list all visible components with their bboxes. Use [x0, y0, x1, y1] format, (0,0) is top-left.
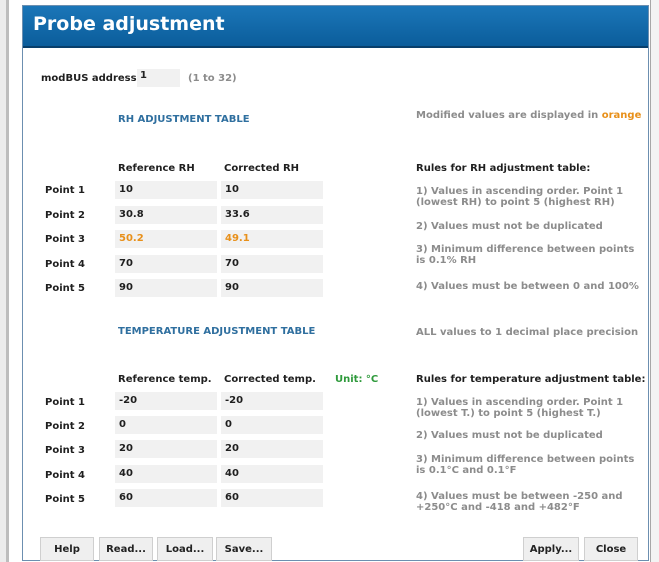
- modified-note-color-word: orange: [601, 110, 642, 121]
- precision-note: ALL values to 1 decimal place precision: [416, 327, 639, 338]
- temp-reference-field[interactable]: 20: [115, 440, 217, 458]
- temp-row-label: Point 1: [45, 397, 85, 408]
- rh-corrected-field[interactable]: 33.6: [221, 206, 323, 224]
- rh-row-label: Point 1: [45, 185, 85, 196]
- rh-corrected-field[interactable]: 10: [221, 181, 323, 199]
- rh-rule: 2) Values must not be duplicated: [416, 221, 603, 232]
- background-edge: [6, 0, 9, 562]
- rh-corrected-field[interactable]: 90: [221, 279, 323, 297]
- temp-rules-title: Rules for temperature adjustment table:: [416, 374, 646, 385]
- probe-adjustment-dialog: Probe adjustment modBUS address 1 (1 to …: [22, 5, 649, 561]
- rh-rule: 4) Values must be between 0 and 100%: [416, 281, 639, 292]
- modbus-address-input[interactable]: 1: [137, 69, 180, 87]
- temp-row-label: Point 2: [45, 421, 85, 432]
- rh-reference-field[interactable]: 90: [115, 279, 217, 297]
- save-button[interactable]: Save...: [216, 537, 272, 561]
- rh-row-label: Point 4: [45, 259, 85, 270]
- temp-row-label: Point 5: [45, 494, 85, 505]
- rh-reference-field[interactable]: 10: [115, 181, 217, 199]
- temp-reference-field[interactable]: 60: [115, 489, 217, 507]
- apply-button[interactable]: Apply...: [523, 537, 579, 561]
- temp-reference-field[interactable]: -20: [115, 392, 217, 410]
- temp-unit-label: Unit: °C: [335, 374, 379, 385]
- rh-col-corrected: Corrected RH: [224, 163, 300, 174]
- temp-rule: 2) Values must not be duplicated: [416, 430, 603, 441]
- load-button[interactable]: Load...: [157, 537, 213, 561]
- modbus-range-hint: (1 to 32): [188, 73, 237, 84]
- temp-corrected-field[interactable]: 60: [221, 489, 323, 507]
- help-button[interactable]: Help: [40, 537, 94, 561]
- rh-reference-field[interactable]: 70: [115, 255, 217, 273]
- temp-corrected-field[interactable]: 20: [221, 440, 323, 458]
- read-button[interactable]: Read...: [99, 537, 153, 561]
- modified-values-note: Modified values are displayed in orange: [416, 110, 641, 121]
- rh-rules-title: Rules for RH adjustment table:: [416, 163, 591, 174]
- temp-rule: 3) Minimum difference between points is …: [416, 454, 635, 476]
- temp-table-heading: TEMPERATURE ADJUSTMENT TABLE: [118, 326, 316, 337]
- rh-corrected-field-modified[interactable]: 49.1: [221, 230, 323, 248]
- dialog-title: Probe adjustment: [33, 13, 225, 35]
- rh-row-label: Point 5: [45, 283, 85, 294]
- temp-rule: 1) Values in ascending order. Point 1 (l…: [416, 397, 624, 419]
- rh-col-reference: Reference RH: [118, 163, 195, 174]
- background-scroll-edge: [650, 0, 659, 562]
- title-bar: Probe adjustment: [23, 6, 648, 48]
- temp-corrected-field[interactable]: 40: [221, 465, 323, 483]
- rh-row-label: Point 2: [45, 210, 85, 221]
- rh-rule: 1) Values in ascending order. Point 1 (l…: [416, 186, 624, 208]
- rh-reference-field[interactable]: 30.8: [115, 206, 217, 224]
- rh-corrected-field[interactable]: 70: [221, 255, 323, 273]
- temp-col-corrected: Corrected temp.: [224, 374, 316, 385]
- rh-table-heading: RH ADJUSTMENT TABLE: [118, 114, 250, 125]
- modified-note-text: Modified values are displayed in: [416, 110, 602, 121]
- rh-row-label: Point 3: [45, 234, 85, 245]
- temp-row-label: Point 4: [45, 470, 85, 481]
- close-button[interactable]: Close: [584, 537, 638, 561]
- temp-reference-field[interactable]: 0: [115, 416, 217, 434]
- modbus-address-label: modBUS address: [41, 73, 137, 84]
- temp-col-reference: Reference temp.: [118, 374, 212, 385]
- temp-rule: 4) Values must be between -250 and +250°…: [416, 491, 623, 513]
- rh-rule: 3) Minimum difference between points is …: [416, 244, 635, 266]
- temp-row-label: Point 3: [45, 445, 85, 456]
- rh-reference-field-modified[interactable]: 50.2: [115, 230, 217, 248]
- temp-corrected-field[interactable]: -20: [221, 392, 323, 410]
- temp-corrected-field[interactable]: 0: [221, 416, 323, 434]
- temp-reference-field[interactable]: 40: [115, 465, 217, 483]
